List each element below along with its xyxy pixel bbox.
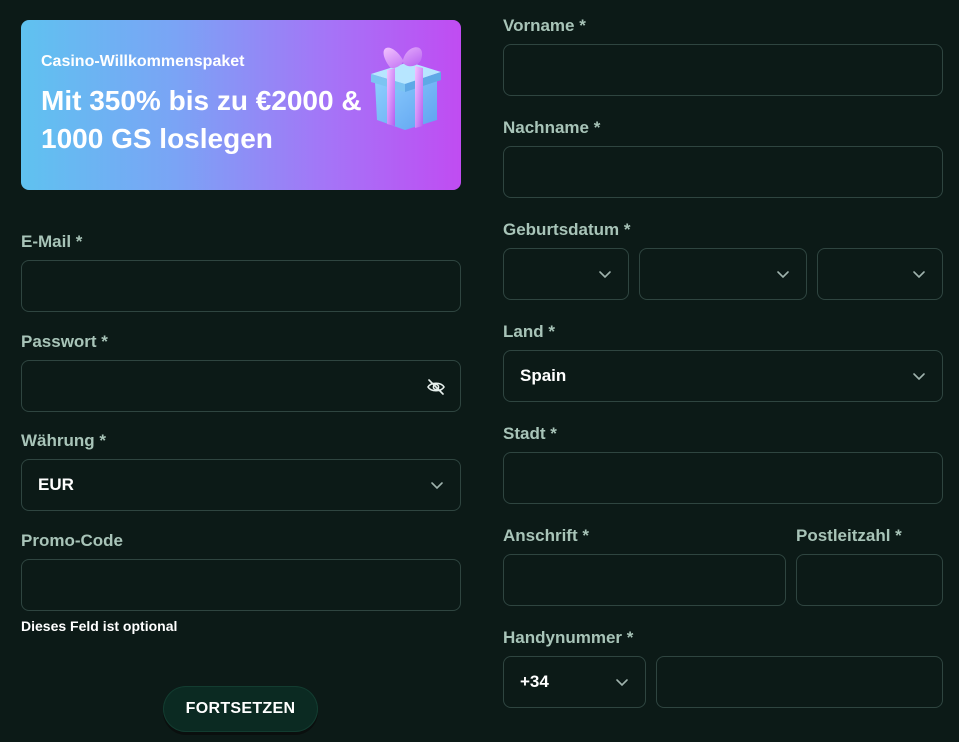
country-label: Land * xyxy=(503,322,555,341)
zip-label: Postleitzahl * xyxy=(796,526,902,545)
banner-title: Mit 350% bis zu €2000 & 1000 GS loslegen xyxy=(41,85,362,154)
currency-label: Währung * xyxy=(21,431,106,450)
zip-field[interactable] xyxy=(796,554,943,606)
banner-subtitle: Casino-Willkommenspaket xyxy=(41,53,245,70)
eye-off-icon[interactable] xyxy=(426,377,446,397)
address-label: Anschrift * xyxy=(503,526,589,545)
continue-button[interactable]: FORTSETZEN xyxy=(163,686,318,732)
city-label: Stadt * xyxy=(503,424,557,443)
password-label: Passwort * xyxy=(21,332,108,351)
city-field[interactable] xyxy=(503,452,943,504)
promo-code-label: Promo-Code xyxy=(21,531,123,550)
chevron-down-icon xyxy=(431,482,443,490)
phone-number-field[interactable] xyxy=(656,656,943,708)
password-field[interactable] xyxy=(21,360,461,412)
address-field[interactable] xyxy=(503,554,786,606)
chevron-down-icon xyxy=(913,271,925,279)
birthdate-year-select[interactable] xyxy=(817,248,943,300)
currency-select[interactable]: EUR xyxy=(21,459,461,511)
email-field[interactable] xyxy=(21,260,461,312)
lastname-field[interactable] xyxy=(503,146,943,198)
welcome-bonus-banner[interactable]: Casino-Willkommenspaket Mit 350% bis zu … xyxy=(21,20,461,190)
birthdate-label: Geburtsdatum * xyxy=(503,220,631,239)
birthdate-day-select[interactable] xyxy=(503,248,629,300)
firstname-field[interactable] xyxy=(503,44,943,96)
phone-label: Handynummer * xyxy=(503,628,634,647)
firstname-label: Vorname * xyxy=(503,16,586,35)
chevron-down-icon xyxy=(777,271,789,279)
chevron-down-icon xyxy=(616,679,628,687)
email-label: E-Mail * xyxy=(21,232,83,251)
promo-code-hint: Dieses Feld ist optional xyxy=(21,618,178,634)
promo-code-field[interactable] xyxy=(21,559,461,611)
chevron-down-icon xyxy=(913,373,925,381)
country-select[interactable]: Spain xyxy=(503,350,943,402)
gift-icon xyxy=(371,47,441,130)
phone-code-value: +34 xyxy=(520,672,549,691)
phone-code-select[interactable]: +34 xyxy=(503,656,646,708)
lastname-label: Nachname * xyxy=(503,118,601,137)
country-value: Spain xyxy=(520,366,567,385)
birthdate-month-select[interactable] xyxy=(639,248,807,300)
chevron-down-icon xyxy=(599,271,611,279)
currency-value: EUR xyxy=(38,475,74,494)
